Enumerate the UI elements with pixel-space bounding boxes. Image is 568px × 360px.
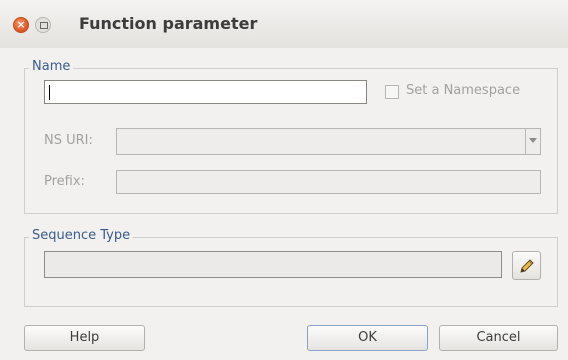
name-input[interactable] xyxy=(44,80,367,104)
name-group-legend: Name xyxy=(29,59,74,74)
edit-sequence-type-button[interactable] xyxy=(512,251,541,280)
pencil-icon xyxy=(519,258,534,273)
ok-button[interactable]: OK xyxy=(307,325,428,351)
help-button-label: Help xyxy=(69,330,100,345)
cancel-button-label: Cancel xyxy=(476,330,521,345)
help-button[interactable]: Help xyxy=(24,325,145,351)
text-caret xyxy=(49,85,50,100)
maximize-button[interactable] xyxy=(35,17,51,33)
prefix-label: Prefix: xyxy=(44,174,85,189)
close-icon: × xyxy=(16,18,26,31)
sequence-type-legend: Sequence Type xyxy=(29,228,134,243)
namespace-checkbox-label[interactable]: Set a Namespace xyxy=(406,83,520,98)
close-button[interactable]: × xyxy=(13,17,29,33)
ok-button-label: OK xyxy=(358,330,377,345)
ns-uri-combo[interactable] xyxy=(116,128,541,155)
sequence-type-field xyxy=(44,251,502,278)
prefix-input[interactable] xyxy=(116,170,541,194)
ns-uri-label: NS URI: xyxy=(44,133,93,148)
cancel-button[interactable]: Cancel xyxy=(439,325,558,351)
chevron-down-icon[interactable] xyxy=(525,129,540,154)
window-title: Function parameter xyxy=(79,14,258,33)
namespace-checkbox[interactable] xyxy=(385,85,399,99)
title-bar: × Function parameter xyxy=(0,0,568,48)
